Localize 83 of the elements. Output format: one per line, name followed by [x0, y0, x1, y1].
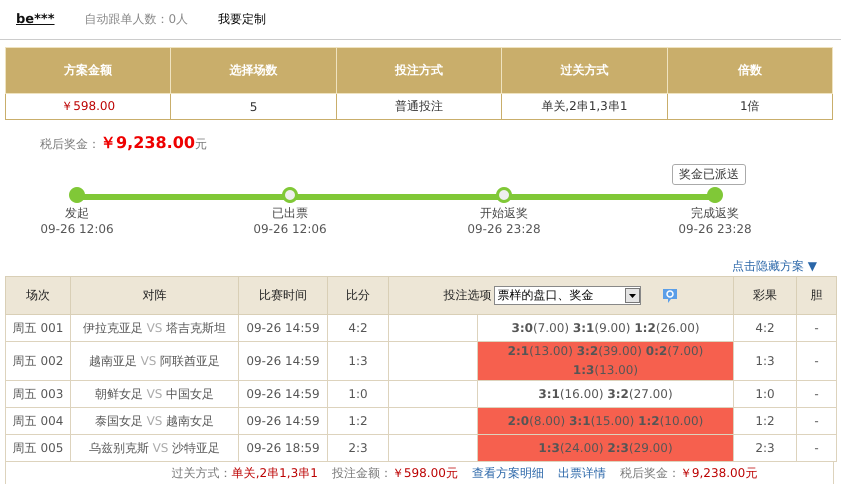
prize-amount: ￥9,238.00: [100, 133, 195, 154]
step-time: 09-26 23:28: [678, 222, 752, 236]
column-header: 倍数: [667, 48, 832, 94]
column-header: 胆: [796, 276, 836, 314]
customize-link[interactable]: 我要定制: [218, 11, 266, 28]
table-cell: ￥598.00: [6, 94, 171, 120]
table-cell: -: [796, 380, 836, 408]
prize-text: 税后奖金：￥9,238.00元: [620, 465, 758, 482]
table-cell: -: [796, 408, 836, 434]
table-cell: 5: [170, 94, 336, 120]
versus-label: VS: [146, 386, 162, 400]
table-cell: 周五 002: [6, 342, 70, 380]
table-cell: 09-26 18:59: [238, 434, 328, 462]
table-cell: 2:3: [328, 434, 388, 462]
table-cell: 周五 005: [6, 434, 70, 462]
home-team: 乌兹别克斯: [88, 440, 149, 454]
table-cell: 09-26 14:59: [238, 380, 328, 408]
versus-label: VS: [140, 354, 156, 368]
table-cell: -: [796, 314, 836, 342]
pass-type-text: 过关方式：单关,2串1,3串1: [172, 465, 318, 482]
bet-amount-text: 投注金额：￥598.00元: [332, 465, 458, 482]
bet-picks-cell: 2:0(8.00) 3:1(15.00) 1:2(10.00): [478, 408, 734, 434]
table-cell: 周五 003: [6, 380, 70, 408]
table-cell: 1倍: [667, 94, 832, 120]
table-cell: 普通投注: [336, 94, 502, 120]
column-header: 场次: [6, 276, 70, 314]
username-link[interactable]: be***: [16, 12, 55, 27]
table-cell: 周五 001: [6, 314, 70, 342]
column-header: 彩果: [734, 276, 796, 314]
follower-count: 自动跟单人数：0人: [84, 11, 188, 28]
home-team: 伊拉克亚足: [82, 320, 143, 334]
table-cell: 1:2: [734, 408, 796, 434]
status-badge: 奖金已派送: [672, 164, 746, 185]
step-time: 09-26 23:28: [467, 222, 541, 236]
table-cell: 1:2: [328, 408, 388, 434]
table-cell: 1:3: [734, 342, 796, 380]
table-cell: 09-26 14:59: [238, 314, 328, 342]
column-header: 比分: [328, 276, 388, 314]
table-cell: 4:2: [328, 314, 388, 342]
away-team: 塔吉克斯坦: [166, 320, 226, 334]
ticket-detail-link[interactable]: 出票详情: [558, 465, 606, 482]
table-cell: -: [796, 434, 836, 462]
away-team: 沙特亚足: [172, 440, 220, 454]
table-cell: 4:2: [734, 314, 796, 342]
table-cell: 1:0: [734, 380, 796, 408]
step-time: 09-26 12:06: [40, 222, 114, 236]
home-team: 泰国女足: [94, 414, 143, 428]
home-team: 朝鲜女足: [94, 386, 143, 400]
table-cell: 09-26 14:59: [238, 408, 328, 434]
table-cell: 1:0: [328, 380, 388, 408]
home-team: 越南亚足: [88, 354, 137, 368]
column-header: 投注方式: [336, 48, 502, 94]
column-header: 方案金额: [6, 48, 171, 94]
versus-label: VS: [146, 414, 162, 428]
hide-plan-link[interactable]: 点击隐藏方案 ▼: [732, 259, 817, 273]
currency-unit: 元: [194, 136, 207, 153]
step-label: 完成返奖: [691, 205, 739, 222]
versus-label: VS: [146, 320, 162, 334]
table-cell: -: [796, 342, 836, 380]
help-icon[interactable]: [660, 288, 678, 304]
bet-picks-cell: 1:3(24.00) 2:3(29.00): [478, 434, 734, 462]
prize-label: 税后奖金：: [40, 136, 100, 153]
plan-detail-link[interactable]: 查看方案明细: [472, 465, 544, 482]
table-cell: 1:3: [328, 342, 388, 380]
table-cell: 周五 004: [6, 408, 70, 434]
step-label: 发起: [65, 205, 89, 222]
bet-picks-cell: 2:1(13.00) 3:2(39.00) 0:2(7.00) 1:3(13.00): [478, 342, 734, 380]
step-label: 已出票: [272, 205, 308, 222]
column-header: 比赛时间: [238, 276, 328, 314]
table-cell: 单关,2串1,3串1: [502, 94, 668, 120]
column-header: 选择场数: [170, 48, 336, 94]
column-header: 过关方式: [502, 48, 668, 94]
option-dropdown[interactable]: 票样的盘口、奖金: [494, 286, 640, 305]
away-team: 中国女足: [166, 386, 214, 400]
column-header: 对阵: [70, 276, 238, 314]
away-team: 越南女足: [166, 414, 214, 428]
column-header: 投注选项: [444, 287, 492, 304]
table-cell: 09-26 14:59: [238, 342, 328, 380]
away-team: 阿联酋亚足: [160, 354, 220, 368]
versus-label: VS: [152, 440, 168, 454]
step-time: 09-26 12:06: [253, 222, 327, 236]
step-label: 开始返奖: [480, 205, 528, 222]
table-cell: 2:3: [734, 434, 796, 462]
